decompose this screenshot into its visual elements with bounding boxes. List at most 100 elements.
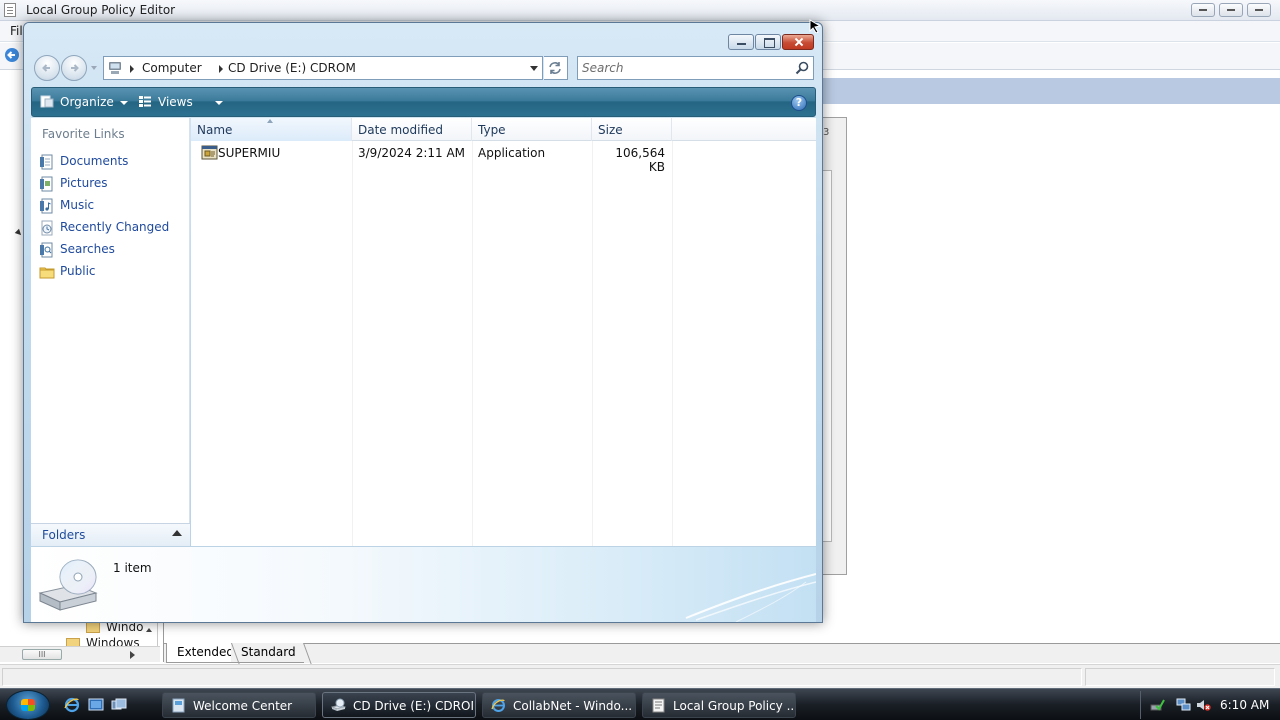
organize-button[interactable]: Organize xyxy=(40,95,128,109)
chevron-up-icon[interactable] xyxy=(172,530,182,536)
column-header-date-modified[interactable]: Date modified xyxy=(352,118,472,141)
navigation-pane: Favorite Links Documents Pictures Music … xyxy=(31,118,190,546)
favorite-link-searches[interactable]: Searches xyxy=(37,240,187,260)
file-list[interactable]: Name Date modified Type Size SUPERMIU 3/… xyxy=(191,118,816,546)
favorite-link-pictures[interactable]: Pictures xyxy=(37,174,187,194)
minimize-button[interactable] xyxy=(728,34,754,50)
show-desktop-icon[interactable] xyxy=(88,697,104,713)
favorite-links-header: Favorite Links xyxy=(42,127,125,141)
favorite-link-label: Recently Changed xyxy=(60,220,170,234)
explorer-frame[interactable]: Computer CD Drive (E:) CDROM Search Orga… xyxy=(24,23,822,622)
chevron-down-icon xyxy=(119,100,128,105)
breadcrumb-separator-icon[interactable] xyxy=(130,65,134,73)
chevron-down-icon xyxy=(214,100,223,105)
tray-divider xyxy=(1140,691,1141,719)
safely-remove-icon[interactable] xyxy=(1150,698,1165,712)
search-input[interactable] xyxy=(582,60,782,76)
scroll-up-icon[interactable] xyxy=(146,628,152,632)
item-count: 1 item xyxy=(113,561,152,575)
back-arrow-icon[interactable] xyxy=(3,47,21,63)
taskbar-button-label: Welcome Center xyxy=(193,699,293,713)
search-icon[interactable] xyxy=(794,60,810,76)
breadcrumb-cd-drive[interactable]: CD Drive (E:) CDROM xyxy=(228,61,356,75)
details-swoosh-decoration xyxy=(685,573,816,622)
folder-icon xyxy=(86,622,100,633)
back-arrow-icon xyxy=(42,64,50,72)
taskbar-button-label: CD Drive (E:) CDROM xyxy=(353,699,473,713)
close-button[interactable] xyxy=(1247,3,1271,17)
recently-changed-icon xyxy=(41,220,53,236)
favorite-link-recently-changed[interactable]: Recently Changed xyxy=(37,218,187,238)
folders-label: Folders xyxy=(42,528,86,542)
scroll-thumb[interactable]: III xyxy=(22,649,62,660)
ie-icon[interactable] xyxy=(64,697,80,713)
favorite-link-documents[interactable]: Documents xyxy=(37,152,187,172)
policy-editor-icon xyxy=(652,698,665,713)
views-button[interactable]: Views xyxy=(138,95,223,109)
taskbar-button-group-policy[interactable]: Local Group Policy ... xyxy=(642,692,796,718)
file-name: SUPERMIU xyxy=(218,146,281,160)
refresh-button[interactable] xyxy=(544,56,568,80)
folders-toggle[interactable]: Folders xyxy=(31,523,190,546)
forward-button[interactable] xyxy=(61,55,87,81)
computer-icon xyxy=(109,62,121,74)
column-label: Type xyxy=(478,123,506,137)
sort-arrow-icon xyxy=(267,119,273,123)
network-icon[interactable] xyxy=(1176,698,1191,712)
taskbar-button-welcome-center[interactable]: Welcome Center xyxy=(162,692,316,718)
favorite-link-label: Documents xyxy=(60,154,129,168)
start-button[interactable] xyxy=(6,690,50,720)
taskbar-button-collabnet[interactable]: CollabNet - Windo... xyxy=(482,692,636,718)
favorite-link-public[interactable]: Public xyxy=(37,262,187,282)
address-dropdown-icon[interactable] xyxy=(530,66,538,71)
close-button[interactable] xyxy=(782,34,814,50)
favorite-link-music[interactable]: Music xyxy=(37,196,187,216)
breadcrumb-separator-icon[interactable] xyxy=(219,65,223,73)
cursor-icon xyxy=(809,19,821,33)
column-divider xyxy=(672,141,673,546)
taskbar-button-cd-drive[interactable]: CD Drive (E:) CDROM xyxy=(322,692,476,718)
clock[interactable]: 6:10 AM xyxy=(1220,698,1269,712)
minimize-button[interactable] xyxy=(1191,3,1215,17)
horizontal-scrollbar[interactable]: III xyxy=(0,646,160,662)
command-bar: Organize Views ? xyxy=(31,87,816,117)
file-row[interactable]: SUPERMIU 3/9/2024 2:11 AM Application 10… xyxy=(191,142,816,174)
recent-pages-chevron-icon[interactable] xyxy=(91,66,97,70)
breadcrumb-computer[interactable]: Computer xyxy=(142,61,202,75)
policy-editor-icon xyxy=(4,3,16,17)
organize-label: Organize xyxy=(60,95,114,109)
search-box[interactable] xyxy=(577,56,814,80)
column-divider xyxy=(352,141,353,546)
searches-icon xyxy=(40,242,53,258)
address-bar[interactable]: Computer CD Drive (E:) CDROM xyxy=(103,56,543,80)
views-icon xyxy=(139,96,151,107)
column-label: Name xyxy=(197,123,233,137)
status-cell xyxy=(1085,668,1275,686)
file-type: Application xyxy=(478,146,546,160)
maximize-button[interactable] xyxy=(755,34,781,50)
column-header-name[interactable]: Name xyxy=(191,118,352,141)
column-header-type[interactable]: Type xyxy=(472,118,592,141)
tree-expand-icon[interactable] xyxy=(14,228,24,238)
organize-icon xyxy=(40,95,54,108)
taskbar-button-label: CollabNet - Windo... xyxy=(513,699,633,713)
maximize-button[interactable] xyxy=(1219,3,1243,17)
application-icon xyxy=(201,145,218,160)
group-policy-title: Local Group Policy Editor xyxy=(26,3,176,17)
views-label: Views xyxy=(158,95,193,109)
tree-item[interactable]: Windows xyxy=(86,636,140,646)
scroll-right-icon[interactable] xyxy=(130,651,135,659)
column-divider xyxy=(592,141,593,546)
tab-standard[interactable]: Standard xyxy=(231,643,304,663)
switch-windows-icon[interactable] xyxy=(111,697,127,713)
group-policy-titlebar[interactable]: Local Group Policy Editor xyxy=(0,0,1280,21)
volume-muted-icon[interactable] xyxy=(1196,698,1211,712)
back-button[interactable] xyxy=(34,55,60,81)
help-icon[interactable]: ? xyxy=(791,95,807,111)
view-tabs-strip xyxy=(164,643,1280,663)
policy-tree: Windo Windows xyxy=(0,620,158,646)
column-header-size[interactable]: Size xyxy=(592,118,672,141)
favorite-link-label: Music xyxy=(60,198,95,212)
menu-file[interactable]: Fil xyxy=(10,24,23,38)
favorite-link-label: Searches xyxy=(60,242,115,256)
